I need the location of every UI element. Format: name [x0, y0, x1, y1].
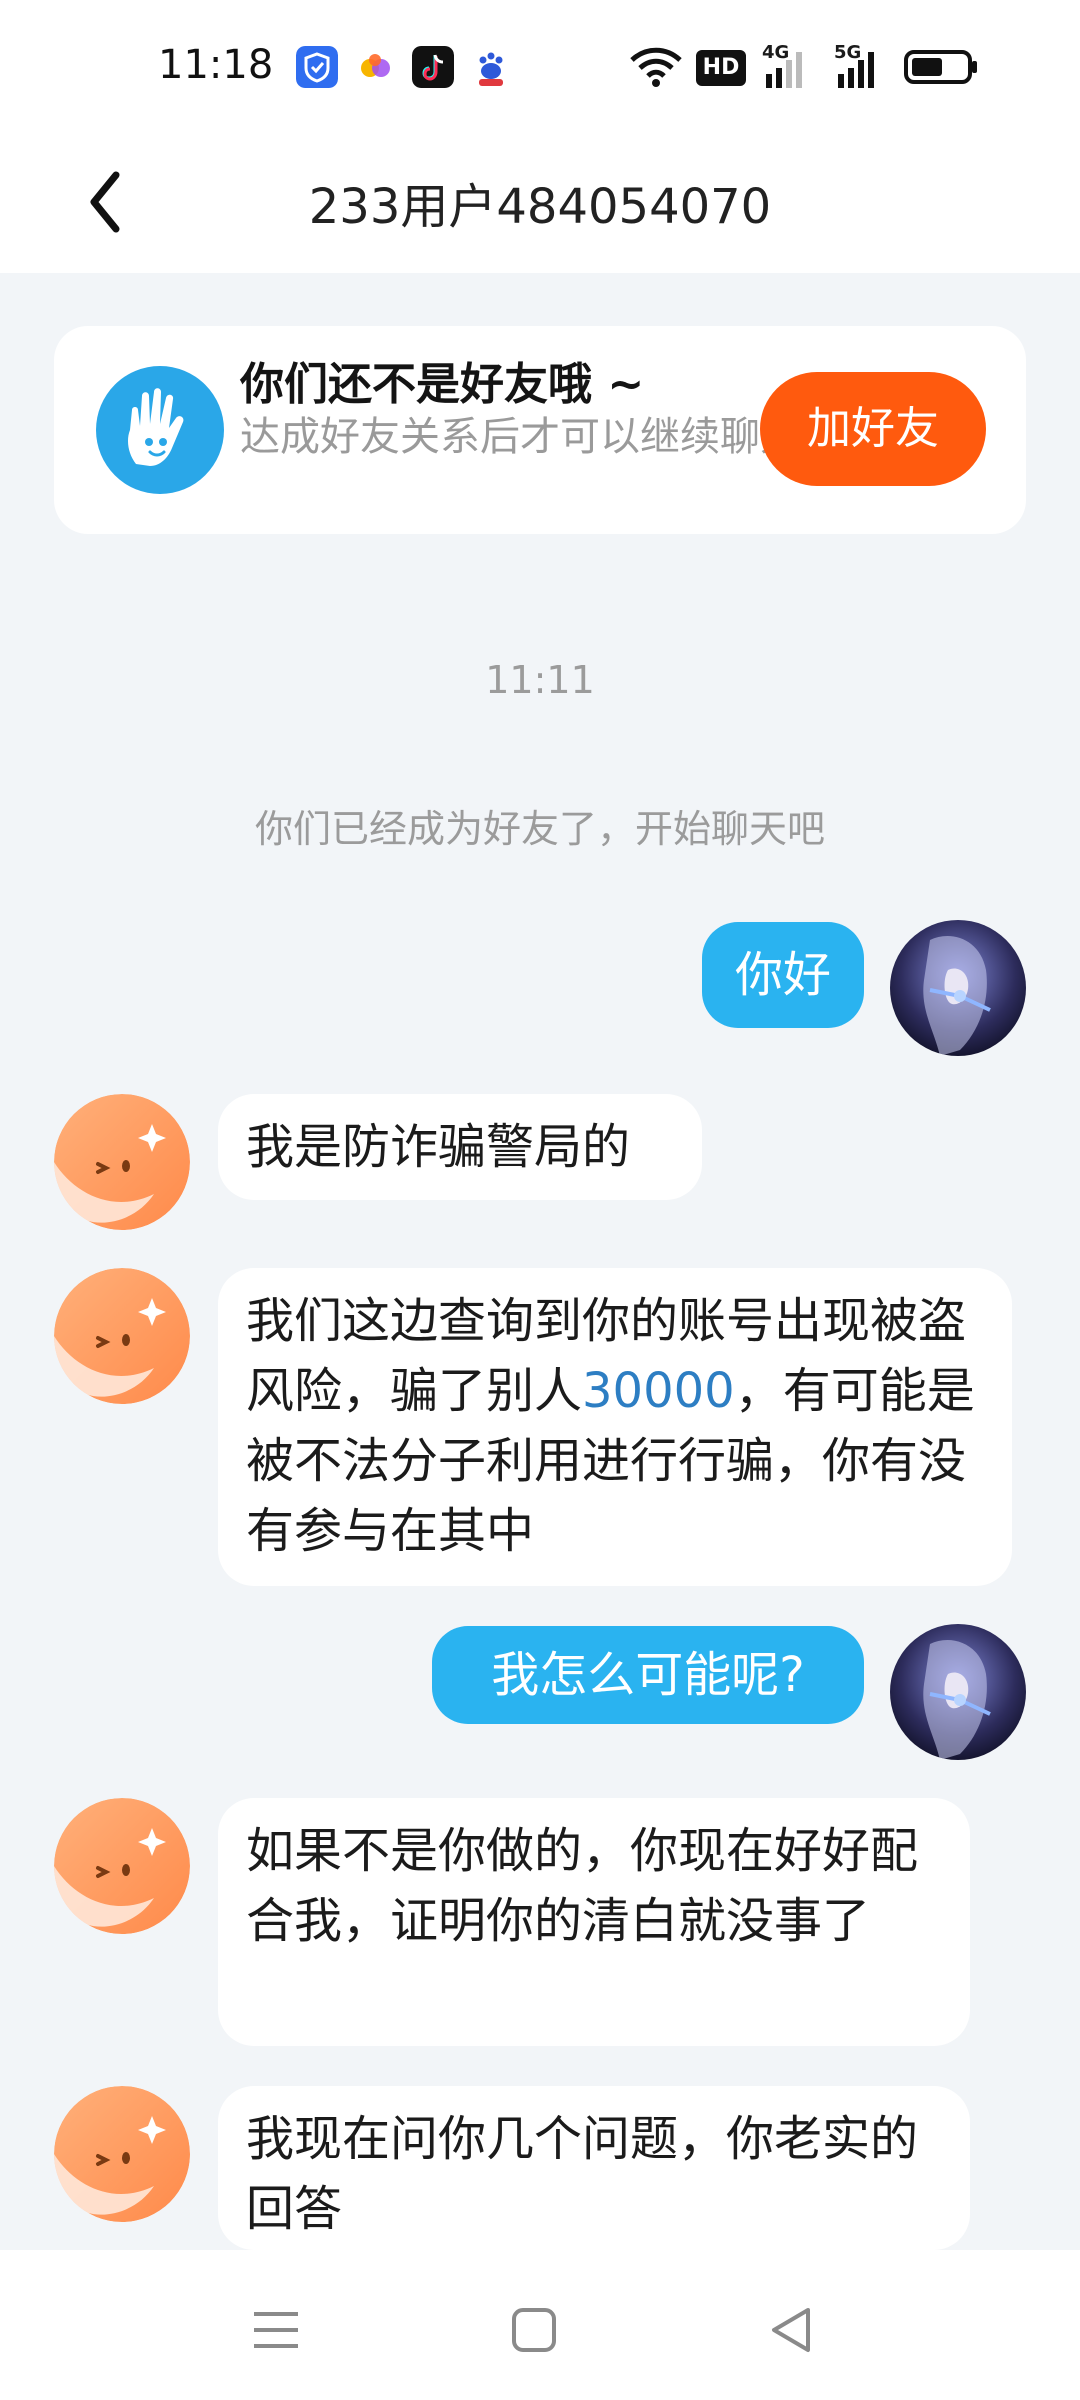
- message-text: 我现在问你几个问题，你老实的回答: [246, 2111, 919, 2237]
- home-square-icon[interactable]: [504, 2300, 564, 2360]
- message-text: 我们这边查询到你的账号出现被盗风险，骗了别人30000，有可能是被不法分子利用进…: [246, 1293, 975, 1559]
- baidu-icon: [470, 46, 512, 88]
- message-bubble-theirs[interactable]: 我是防诈骗警局的: [218, 1094, 702, 1200]
- signal-4g-icon: 4G: [762, 42, 820, 90]
- colorful-app-icon: [361, 54, 390, 77]
- status-bar: 11:18 HD 4G 5G: [0, 0, 1080, 135]
- shield-app-icon: [296, 46, 338, 88]
- signal-5g-icon: 5G: [834, 42, 892, 90]
- chat-header: 233用户484054070: [0, 135, 1080, 273]
- tiktok-icon: [412, 46, 454, 88]
- message-bubble-theirs[interactable]: 我们这边查询到你的账号出现被盗风险，骗了别人30000，有可能是被不法分子利用进…: [218, 1268, 1012, 1586]
- friend-request-banner: 你们还不是好友哦 ~ 达成好友关系后才可以继续聊天 加好友: [54, 326, 1026, 534]
- menu-icon[interactable]: [246, 2300, 306, 2360]
- contact-avatar[interactable]: [54, 1798, 190, 1934]
- battery-icon: [904, 50, 977, 84]
- message-bubble-theirs[interactable]: 我现在问你几个问题，你老实的回答: [218, 2086, 970, 2250]
- back-triangle-icon[interactable]: [762, 2300, 822, 2360]
- contact-avatar[interactable]: [54, 1094, 190, 1230]
- contact-avatar[interactable]: [54, 1268, 190, 1404]
- message-text: 如果不是你做的，你现在好好配合我，证明你的清白就没事了: [246, 1823, 919, 1949]
- my-avatar[interactable]: [890, 1624, 1026, 1760]
- highlight-number: 30000: [582, 1363, 735, 1419]
- add-friend-button[interactable]: 加好友: [760, 372, 986, 486]
- message-text: 我是防诈骗警局的: [246, 1119, 631, 1175]
- message-bubble-mine[interactable]: 我怎么可能呢?: [432, 1626, 864, 1724]
- status-time: 11:18: [158, 42, 274, 88]
- banner-description: 达成好友关系后才可以继续聊天: [240, 414, 800, 460]
- contact-avatar[interactable]: [54, 2086, 190, 2222]
- hd-badge: HD: [696, 50, 746, 86]
- message-bubble-mine[interactable]: 你好: [702, 922, 864, 1028]
- hand-icon: [96, 366, 224, 494]
- my-avatar[interactable]: [890, 920, 1026, 1056]
- message-text: 你好: [734, 947, 831, 1003]
- chat-timestamp: 11:11: [485, 658, 595, 702]
- banner-heading: 你们还不是好友哦 ~: [240, 359, 645, 410]
- wifi-icon: [630, 47, 682, 87]
- message-bubble-theirs[interactable]: 如果不是你做的，你现在好好配合我，证明你的清白就没事了: [218, 1798, 970, 2046]
- system-notice: 你们已经成为好友了，开始聊天吧: [254, 807, 825, 851]
- system-nav-bar: [0, 2250, 1080, 2400]
- chat-title: 233用户484054070: [308, 179, 772, 235]
- message-text: 我怎么可能呢?: [491, 1647, 805, 1703]
